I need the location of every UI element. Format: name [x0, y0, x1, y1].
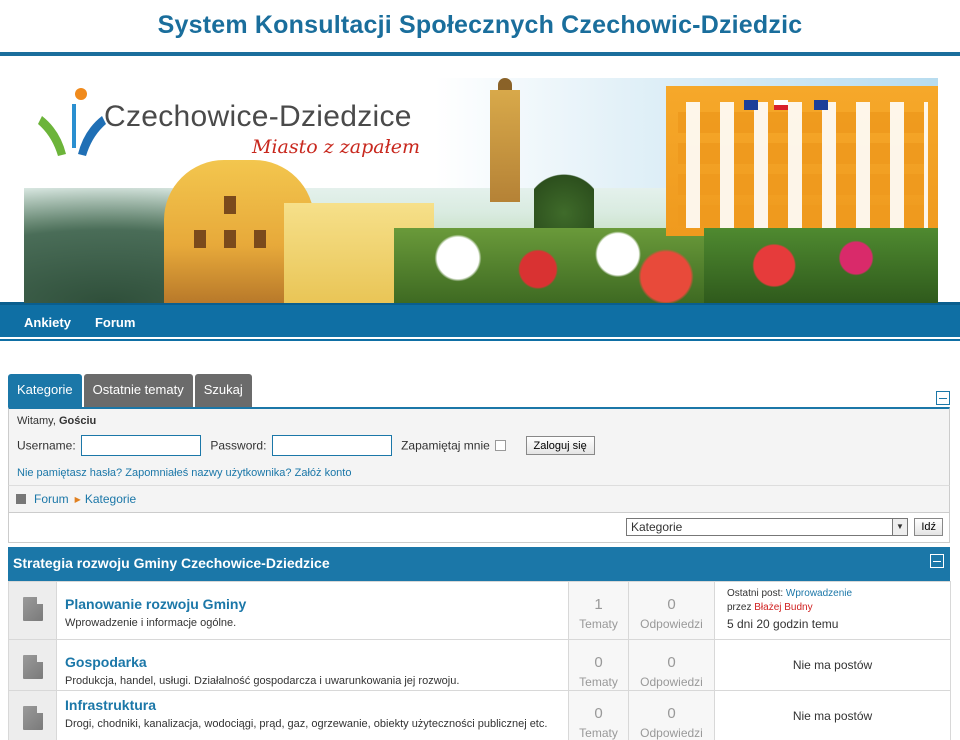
tab-bar: Kategorie Ostatnie tematy Szukaj: [8, 374, 950, 407]
password-input[interactable]: [271, 435, 392, 456]
replies-count: 0 Odpowiedzi: [628, 690, 715, 740]
username-input[interactable]: [81, 435, 202, 456]
banner-townhall-flowers: [704, 228, 938, 303]
guest-name: Gościu: [58, 415, 97, 427]
banner-flowers: [394, 228, 714, 303]
topics-label: Tematy: [579, 617, 618, 631]
topics-value: 0: [594, 705, 603, 722]
last-post-prefix: Ostatni post:: [727, 588, 786, 599]
forum-description: Produkcja, handel, usługi. Działalność g…: [65, 675, 460, 687]
chevron-down-icon[interactable]: ▼: [891, 519, 907, 535]
city-logo-icon: [38, 88, 106, 156]
replies-label: Odpowiedzi: [640, 675, 703, 689]
last-post-author-line: przez Błażej Budny: [727, 602, 938, 613]
main-nav: Ankiety Forum: [0, 302, 960, 337]
replies-value: 0: [667, 705, 676, 722]
account-links: Nie pamiętasz hasła? Zapomniałeś nazwy u…: [17, 467, 941, 479]
banner-townhall: [666, 86, 938, 236]
category-header: Strategia rozwoju Gminy Czechowice-Dzied…: [8, 547, 950, 581]
topics-count: 0 Tematy: [568, 690, 629, 740]
banner-tower: [490, 90, 520, 202]
category-select-value: Kategorie: [630, 520, 683, 534]
eu-flag-icon: [744, 100, 758, 110]
forum-icon: [22, 655, 43, 679]
site-title: System Konsultacji Społecznych Czechowic…: [157, 11, 803, 39]
jump-bar: Kategorie ▼ Idź: [8, 513, 950, 543]
breadcrumb-arrow-icon: ▶: [74, 495, 81, 504]
forum-icon: [22, 706, 43, 730]
welcome-text: Witamy, Gościu: [17, 415, 941, 427]
login-button[interactable]: Zaloguj się: [525, 436, 595, 455]
topics-value: 0: [594, 654, 603, 671]
forum-table: Planowanie rozwoju Gminy Wprowadzenie i …: [8, 581, 951, 740]
topics-count: 1 Tematy: [568, 581, 629, 640]
topics-label: Tematy: [579, 675, 618, 689]
forum-icon-cell: [8, 690, 57, 740]
replies-label: Odpowiedzi: [640, 726, 703, 740]
login-form: Username: Password: Zapamiętaj mnie Zalo…: [17, 435, 941, 459]
forgot-username-link[interactable]: Zapomniałeś nazwy użytkownika?: [125, 467, 291, 479]
collapse-tabs-button[interactable]: [936, 391, 950, 405]
breadcrumb: Forum ▶ Kategorie: [8, 485, 950, 513]
topics-count: 0 Tematy: [568, 639, 629, 691]
forum-name-cell: Gospodarka Produkcja, handel, usługi. Dz…: [56, 639, 569, 691]
table-row: Infrastruktura Drogi, chodniki, kanaliza…: [8, 690, 951, 740]
nav-rule: [0, 337, 960, 341]
by-prefix: przez: [727, 602, 755, 613]
category-select[interactable]: Kategorie ▼: [625, 518, 908, 536]
nav-forum[interactable]: Forum: [83, 305, 147, 330]
last-post-time: 5 dni 20 godzin temu: [727, 617, 839, 631]
forum-content: Kategorie Ostatnie tematy Szukaj Witamy,…: [0, 374, 960, 740]
poland-flag-icon: [774, 100, 788, 110]
replies-value: 0: [667, 596, 676, 613]
remember-checkbox[interactable]: [495, 440, 507, 451]
forum-link-infrastruktura[interactable]: Infrastruktura: [65, 697, 560, 713]
forum-link-gospodarka[interactable]: Gospodarka: [65, 654, 560, 670]
welcome-prefix: Witamy,: [17, 415, 59, 427]
go-button[interactable]: Idź: [914, 518, 943, 536]
forum-description: Wprowadzenie i informacje ogólne.: [65, 617, 237, 629]
header-banner: Czechowice-Dziedzice Miasto z zapałem: [24, 78, 938, 303]
last-post-cell: Ostatni post: Wprowadzenie przez Błażej …: [714, 581, 951, 640]
category-title: Strategia rozwoju Gminy Czechowice-Dzied…: [13, 555, 330, 571]
register-link[interactable]: Załóż konto: [295, 467, 352, 479]
forgot-password-link[interactable]: Nie pamiętasz hasła?: [17, 467, 122, 479]
table-row: Planowanie rozwoju Gminy Wprowadzenie i …: [8, 581, 951, 640]
logo-slogan: Miasto z zapałem: [252, 136, 421, 158]
topics-value: 1: [594, 596, 603, 613]
tab-kategorie[interactable]: Kategorie: [8, 374, 82, 407]
table-row: Gospodarka Produkcja, handel, usługi. Dz…: [8, 639, 951, 691]
tab-ostatnie-tematy[interactable]: Ostatnie tematy: [83, 374, 193, 407]
forum-link-planowanie[interactable]: Planowanie rozwoju Gminy: [65, 596, 560, 612]
forum-icon: [22, 597, 43, 621]
no-posts-text: Nie ma postów: [714, 690, 951, 740]
forum-icon-cell: [8, 581, 57, 640]
eu-flag-icon-2: [814, 100, 828, 110]
replies-value: 0: [667, 654, 676, 671]
remember-label: Zapamiętaj mnie: [401, 438, 490, 453]
replies-count: 0 Odpowiedzi: [628, 639, 715, 691]
last-post-link[interactable]: Wprowadzenie: [786, 588, 852, 599]
last-post-line: Ostatni post: Wprowadzenie: [727, 588, 938, 599]
topics-label: Tematy: [579, 726, 618, 740]
forum-name-cell: Infrastruktura Drogi, chodniki, kanaliza…: [56, 690, 569, 740]
username-label: Username:: [17, 438, 76, 453]
breadcrumb-home-icon: [16, 494, 26, 504]
collapse-category-button[interactable]: [930, 554, 944, 568]
no-posts-text: Nie ma postów: [714, 639, 951, 691]
login-box: Witamy, Gościu Username: Password: Zapam…: [8, 407, 950, 485]
tab-szukaj[interactable]: Szukaj: [194, 374, 252, 407]
forum-icon-cell: [8, 639, 57, 691]
breadcrumb-current[interactable]: Kategorie: [85, 492, 136, 506]
breadcrumb-forum[interactable]: Forum: [34, 492, 69, 506]
logo-text: Czechowice-Dziedzice: [104, 100, 412, 133]
author-link[interactable]: Błażej Budny: [754, 602, 812, 613]
password-label: Password:: [210, 438, 267, 453]
banner-area: Czechowice-Dziedzice Miasto z zapałem: [0, 56, 960, 303]
forum-description: Drogi, chodniki, kanalizacja, wodociągi,…: [65, 718, 548, 730]
replies-label: Odpowiedzi: [640, 617, 703, 631]
nav-ankiety[interactable]: Ankiety: [0, 305, 83, 330]
replies-count: 0 Odpowiedzi: [628, 581, 715, 640]
forum-name-cell: Planowanie rozwoju Gminy Wprowadzenie i …: [56, 581, 569, 640]
